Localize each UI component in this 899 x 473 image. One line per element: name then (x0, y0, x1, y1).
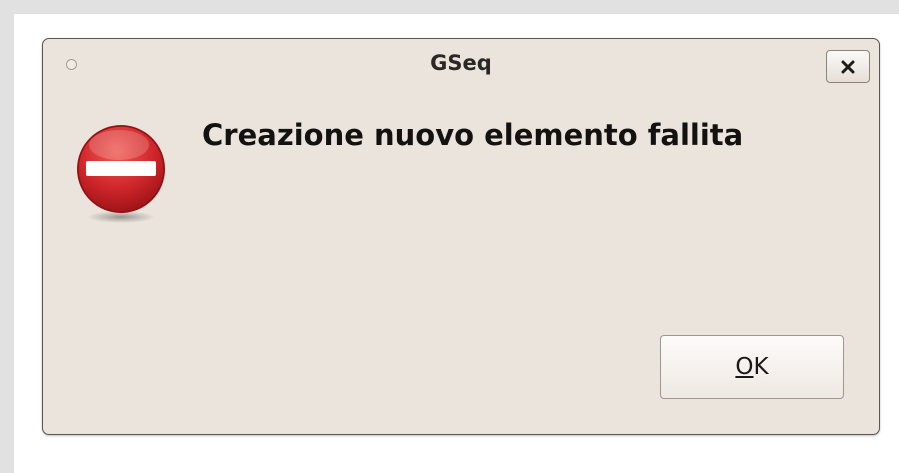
error-message: Creazione nuovo elemento fallita (202, 118, 744, 152)
error-dialog: GSeq Creazione nuovo elemento fallita OK (42, 38, 880, 435)
close-icon (841, 60, 855, 73)
ok-button[interactable]: OK (660, 335, 844, 399)
ok-button-label: OK (735, 354, 769, 380)
close-button[interactable] (826, 50, 870, 83)
error-icon (77, 125, 165, 223)
title-bar: GSeq (43, 39, 879, 93)
dialog-title: GSeq (430, 51, 492, 75)
